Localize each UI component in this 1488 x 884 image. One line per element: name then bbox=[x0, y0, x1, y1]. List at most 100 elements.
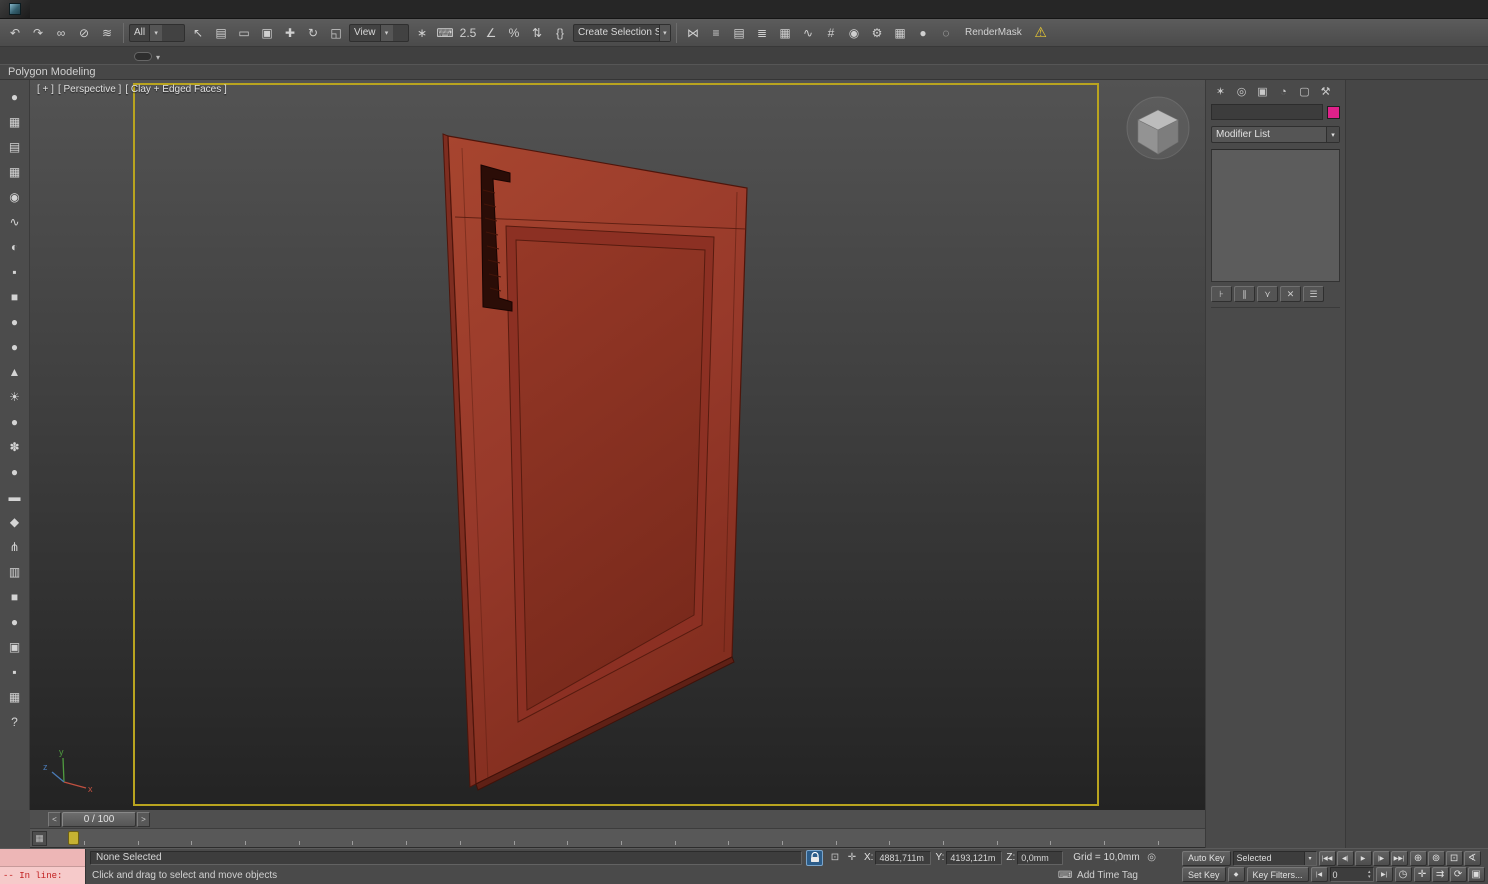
left-toolbar-icon[interactable]: ▥ bbox=[4, 561, 26, 582]
menu-item[interactable] bbox=[126, 7, 142, 11]
toolbar-icon[interactable]: ● bbox=[912, 22, 934, 44]
toolbar-icon[interactable]: ◉ bbox=[843, 22, 865, 44]
toolbar-icon[interactable]: ≋ bbox=[96, 22, 118, 44]
left-toolbar-icon[interactable]: ◐ bbox=[4, 236, 26, 257]
previous-frame-arrow[interactable]: < bbox=[48, 812, 61, 827]
spinner-down-icon[interactable]: ▾ bbox=[1368, 875, 1371, 880]
command-panel-tab[interactable]: ▢ bbox=[1295, 83, 1314, 100]
time-position-marker[interactable] bbox=[68, 831, 79, 845]
status-icon[interactable]: ✛ bbox=[844, 850, 860, 866]
menu-item[interactable] bbox=[158, 7, 174, 11]
toolbar-icon[interactable]: ◱ bbox=[325, 22, 347, 44]
toolbar-icon[interactable]: ⋈ bbox=[682, 22, 704, 44]
set-key-button[interactable]: Set Key bbox=[1182, 867, 1226, 882]
add-time-tag[interactable]: Add Time Tag bbox=[1077, 870, 1138, 881]
menu-item[interactable] bbox=[94, 7, 110, 11]
toolbar-icon[interactable]: ∠ bbox=[480, 22, 502, 44]
left-toolbar-icon[interactable]: ✽ bbox=[4, 436, 26, 457]
nav-button[interactable]: ∢ bbox=[1464, 851, 1481, 866]
toolbar-icon[interactable]: ▤ bbox=[210, 22, 232, 44]
time-slider[interactable]: < 0 / 100 > bbox=[48, 812, 150, 827]
stack-button[interactable]: ∥ bbox=[1234, 286, 1255, 302]
left-toolbar-icon[interactable]: ▦ bbox=[4, 686, 26, 707]
menu-item[interactable] bbox=[190, 7, 206, 11]
toolbar-icon[interactable]: ↖ bbox=[187, 22, 209, 44]
toolbar-icon[interactable]: {} bbox=[549, 22, 571, 44]
track-bar-ruler[interactable]: ▦ bbox=[30, 829, 1205, 848]
nav-button[interactable]: ⊕ bbox=[1410, 851, 1427, 866]
command-panel-tab[interactable]: ◔ bbox=[1274, 83, 1293, 100]
command-panel-tab[interactable]: ⚒ bbox=[1316, 83, 1335, 100]
stack-button[interactable]: ☰ bbox=[1303, 286, 1324, 302]
stack-button[interactable]: ⊦ bbox=[1211, 286, 1232, 302]
nav-button[interactable]: ⊚ bbox=[1428, 851, 1445, 866]
toolbar-icon[interactable]: ⊘ bbox=[73, 22, 95, 44]
stack-button[interactable]: ✕ bbox=[1280, 286, 1301, 302]
modifier-list-dropdown[interactable]: Modifier List ▾ bbox=[1211, 126, 1340, 143]
viewport-canvas[interactable]: x y z bbox=[30, 80, 1205, 810]
left-toolbar-icon[interactable]: ◉ bbox=[4, 186, 26, 207]
application-button[interactable] bbox=[0, 0, 30, 18]
auto-key-button[interactable]: Auto Key bbox=[1182, 851, 1231, 866]
playback-button[interactable]: ◀| bbox=[1337, 851, 1354, 866]
left-toolbar-icon[interactable]: ● bbox=[4, 411, 26, 432]
menu-item[interactable] bbox=[30, 7, 46, 11]
left-toolbar-icon[interactable]: ▪ bbox=[4, 661, 26, 682]
menu-item[interactable] bbox=[62, 7, 78, 11]
toolbar-icon[interactable]: ≣ bbox=[751, 22, 773, 44]
z-coordinate-field[interactable]: 0,0mm bbox=[1017, 851, 1063, 865]
left-toolbar-icon[interactable]: ● bbox=[4, 461, 26, 482]
toolbar-icon[interactable]: ◌ bbox=[935, 22, 957, 44]
toolbar-icon[interactable]: ↷ bbox=[27, 22, 49, 44]
object-color-swatch[interactable] bbox=[1327, 106, 1340, 119]
menu-item[interactable] bbox=[174, 7, 190, 11]
set-keys-icon[interactable]: ◆ bbox=[1228, 867, 1245, 882]
command-panel-tab[interactable]: ✶ bbox=[1211, 83, 1230, 100]
status-icon[interactable]: ⊡ bbox=[827, 850, 843, 866]
left-toolbar-icon[interactable]: ● bbox=[4, 336, 26, 357]
toolbar-icon[interactable]: ↻ bbox=[302, 22, 324, 44]
ribbon-minimize-icon[interactable]: ▾ bbox=[156, 53, 160, 62]
toolbar-icon[interactable]: ∗ bbox=[411, 22, 433, 44]
viewport-menu-plus[interactable]: [ + ] bbox=[37, 84, 54, 95]
toolbar-icon[interactable]: 2.5 bbox=[457, 22, 479, 44]
warning-icon[interactable]: ⚠ bbox=[1030, 24, 1052, 41]
frame-spinner[interactable]: ▴ ▾ bbox=[1368, 870, 1371, 880]
macro-recorder-pane[interactable] bbox=[0, 849, 85, 867]
left-toolbar-icon[interactable]: ▦ bbox=[4, 161, 26, 182]
listener-pane[interactable]: -- In line: bbox=[0, 867, 85, 884]
playback-button[interactable]: ▶ bbox=[1355, 851, 1372, 866]
viewcube[interactable] bbox=[1127, 97, 1189, 159]
left-toolbar-icon[interactable]: ? bbox=[4, 711, 26, 732]
left-toolbar-icon[interactable]: ▪ bbox=[4, 261, 26, 282]
nav-button[interactable]: ✛ bbox=[1414, 867, 1431, 882]
cabinet-door-model[interactable] bbox=[443, 134, 747, 790]
selection-lock-toggle[interactable] bbox=[806, 850, 823, 866]
time-configuration-button[interactable]: ◷ bbox=[1395, 867, 1412, 882]
next-key-button[interactable]: ▶| bbox=[1376, 867, 1393, 882]
left-toolbar-icon[interactable]: ▤ bbox=[4, 136, 26, 157]
x-coordinate-field[interactable]: 4881,711m bbox=[875, 851, 931, 865]
nav-button[interactable]: ⟳ bbox=[1450, 867, 1467, 882]
toolbar-icon[interactable]: ▣ bbox=[256, 22, 278, 44]
left-toolbar-icon[interactable]: ● bbox=[4, 86, 26, 107]
toolbar-icon[interactable]: ▭ bbox=[233, 22, 255, 44]
named-selection-sets-dropdown[interactable]: Create Selection Se ▾ bbox=[573, 24, 671, 42]
open-mini-curve-editor-button[interactable]: ▦ bbox=[32, 831, 47, 846]
toolbar-icon[interactable]: ▦ bbox=[774, 22, 796, 44]
key-filters-button[interactable]: Key Filters... bbox=[1247, 867, 1309, 882]
ribbon-panel-strip[interactable]: Polygon Modeling bbox=[0, 64, 1488, 80]
object-name-field[interactable] bbox=[1211, 104, 1323, 120]
menu-item[interactable] bbox=[238, 7, 254, 11]
left-toolbar-icon[interactable]: ● bbox=[4, 611, 26, 632]
menu-item[interactable] bbox=[206, 7, 222, 11]
viewport-menu-shading[interactable]: [ Clay + Edged Faces ] bbox=[125, 84, 226, 95]
stack-button[interactable]: ⋎ bbox=[1257, 286, 1278, 302]
playback-button[interactable]: |▶ bbox=[1373, 851, 1390, 866]
left-toolbar-icon[interactable]: ⋔ bbox=[4, 536, 26, 557]
toolbar-icon[interactable]: ▤ bbox=[728, 22, 750, 44]
toolbar-icon[interactable]: ⌨ bbox=[434, 22, 456, 44]
left-toolbar-icon[interactable]: ∿ bbox=[4, 211, 26, 232]
key-set-dropdown[interactable]: Selected ▾ bbox=[1233, 851, 1317, 866]
nav-button[interactable]: ▣ bbox=[1468, 867, 1485, 882]
